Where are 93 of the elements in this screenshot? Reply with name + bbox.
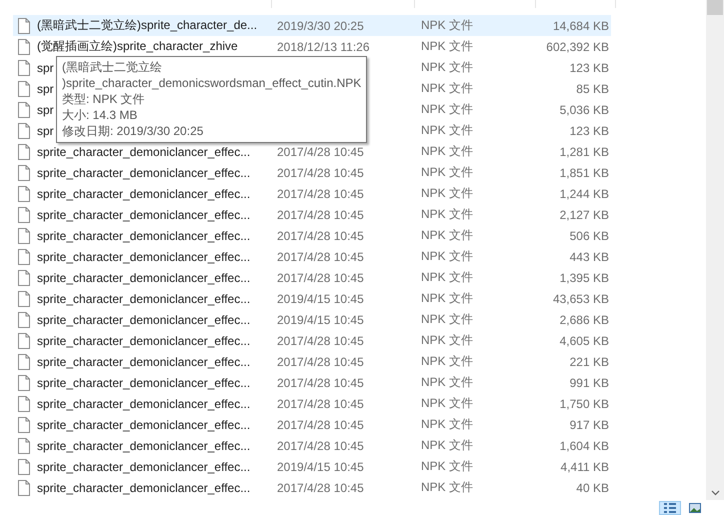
file-date: 2017/4/28 10:45 xyxy=(277,166,365,180)
file-type: NPK 文件 xyxy=(421,59,474,76)
file-date: 2017/4/28 10:45 xyxy=(277,186,365,200)
tooltip-line: (黑暗武士二觉立绘 xyxy=(62,59,163,75)
file-size: 991 KB xyxy=(568,376,609,390)
file-date: 2017/4/28 10:45 xyxy=(277,354,365,368)
file-type: NPK 文件 xyxy=(421,269,474,286)
file-name: (黑暗武士二觉立绘)sprite_character_de... xyxy=(37,18,258,32)
file-type: NPK 文件 xyxy=(421,416,474,433)
file-size: 917 KB xyxy=(568,418,609,432)
file-size: 123 KB xyxy=(568,124,609,138)
file-type: NPK 文件 xyxy=(421,227,474,244)
file-name: sprite_character_demoniclancer_effec... xyxy=(37,480,250,494)
file-size: 2,127 KB xyxy=(558,208,609,222)
file-name: sprite_character_demoniclancer_effec... xyxy=(37,334,250,348)
file-date: 2017/4/28 10:45 xyxy=(277,418,365,432)
file-type: NPK 文件 xyxy=(421,437,474,454)
file-name: spr xyxy=(37,102,54,116)
file-name: sprite_character_demoniclancer_effec... xyxy=(37,208,250,222)
file-size: 4,605 KB xyxy=(558,334,609,348)
tooltip-line: 类型: NPK 文件 xyxy=(62,91,146,107)
file-name: sprite_character_demoniclancer_effec... xyxy=(37,396,250,410)
file-size: 443 KB xyxy=(568,250,609,264)
file-type: NPK 文件 xyxy=(421,122,474,139)
file-type: NPK 文件 xyxy=(421,248,474,265)
file-name: spr xyxy=(37,124,54,138)
file-type: NPK 文件 xyxy=(421,353,474,370)
file-type: NPK 文件 xyxy=(421,290,474,307)
file-type: NPK 文件 xyxy=(421,332,474,349)
file-size: 85 KB xyxy=(575,82,609,96)
file-size: 506 KB xyxy=(568,228,609,242)
file-type: NPK 文件 xyxy=(421,458,474,475)
file-name: spr xyxy=(37,60,54,74)
file-type: NPK 文件 xyxy=(421,164,474,181)
file-type: NPK 文件 xyxy=(421,185,474,202)
file-date: 2018/12/13 11:26 xyxy=(277,40,371,54)
file-type: NPK 文件 xyxy=(421,374,474,391)
file-date: 2019/4/15 10:45 xyxy=(277,460,365,474)
file-name: sprite_character_demoniclancer_effec... xyxy=(37,166,250,180)
file-date: 2017/4/28 10:45 xyxy=(277,396,365,410)
file-name: sprite_character_demoniclancer_effec... xyxy=(37,354,250,368)
file-type: NPK 文件 xyxy=(421,38,474,55)
file-date: 2017/4/28 10:45 xyxy=(277,334,365,348)
file-type: NPK 文件 xyxy=(421,80,474,97)
file-date: 2017/4/28 10:45 xyxy=(277,270,365,284)
file-size: 1,851 KB xyxy=(558,166,609,180)
file-name: sprite_character_demoniclancer_effec... xyxy=(37,250,250,264)
file-name: sprite_character_demoniclancer_effec... xyxy=(37,228,250,242)
file-name: sprite_character_demoniclancer_effec... xyxy=(37,186,250,200)
file-size: 221 KB xyxy=(568,354,609,368)
file-type: NPK 文件 xyxy=(421,101,474,118)
file-size: 1,395 KB xyxy=(558,270,609,284)
file-date: 2017/4/28 10:45 xyxy=(277,208,365,222)
file-size: 2,686 KB xyxy=(558,312,609,326)
file-name: sprite_character_demoniclancer_effec... xyxy=(37,270,250,284)
file-size: 602,392 KB xyxy=(545,40,609,54)
file-size: 14,684 KB xyxy=(552,18,609,32)
file-size: 4,411 KB xyxy=(560,460,609,474)
file-name: spr xyxy=(37,82,54,96)
file-date: 2019/3/30 20:25 xyxy=(277,18,365,32)
file-name: sprite_character_demoniclancer_effec... xyxy=(37,312,250,326)
file-type: NPK 文件 xyxy=(421,311,474,328)
file-size: 1,750 KB xyxy=(558,396,609,410)
file-name: sprite_character_demoniclancer_effec... xyxy=(37,292,250,306)
file-name: sprite_character_demoniclancer_effec... xyxy=(37,438,250,452)
file-type: NPK 文件 xyxy=(421,479,474,496)
tooltip-line: 修改日期: 2019/3/30 20:25 xyxy=(62,123,204,139)
file-date: 2019/4/15 10:45 xyxy=(277,292,365,306)
file-date: 2017/4/28 10:45 xyxy=(277,480,365,494)
file-size: 5,036 KB xyxy=(558,102,609,116)
file-type: NPK 文件 xyxy=(421,17,474,34)
file-size: 1,281 KB xyxy=(558,144,609,158)
file-name: sprite_character_demoniclancer_effec... xyxy=(37,144,250,158)
file-date: 2017/4/28 10:45 xyxy=(277,250,365,264)
file-name: sprite_character_demoniclancer_effec... xyxy=(37,376,250,390)
file-date: 2019/4/15 10:45 xyxy=(277,312,365,326)
file-date: 2017/4/28 10:45 xyxy=(277,376,365,390)
file-name: sprite_character_demoniclancer_effec... xyxy=(37,460,250,474)
file-name: sprite_character_demoniclancer_effec... xyxy=(37,418,250,432)
file-date: 2017/4/28 10:45 xyxy=(277,144,365,158)
file-type: NPK 文件 xyxy=(421,143,474,160)
file-size: 43,653 KB xyxy=(552,292,609,306)
file-name: (觉醒插画立绘)sprite_character_zhive xyxy=(37,39,238,53)
file-size: 123 KB xyxy=(568,60,609,74)
tooltip-line: )sprite_character_demonicswordsman_effect_cutin.NPK xyxy=(62,75,362,91)
file-date: 2017/4/28 10:45 xyxy=(277,438,365,452)
file-size: 1,604 KB xyxy=(558,438,609,452)
file-size: 1,244 KB xyxy=(558,186,609,200)
file-type: NPK 文件 xyxy=(421,206,474,223)
file-date: 2017/4/28 10:45 xyxy=(277,228,365,242)
file-size: 40 KB xyxy=(575,480,609,494)
tooltip-line: 大小: 14.3 MB xyxy=(62,107,138,123)
file-type: NPK 文件 xyxy=(421,395,474,412)
